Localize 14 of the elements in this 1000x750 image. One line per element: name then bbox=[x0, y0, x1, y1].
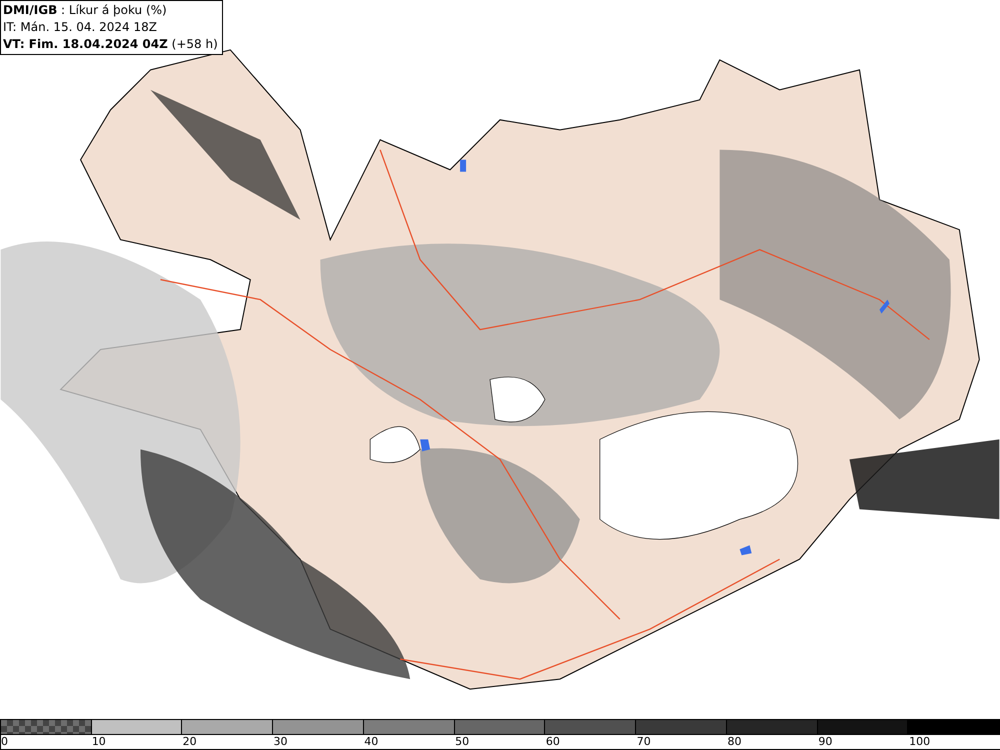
legend-label: 80 bbox=[728, 735, 742, 749]
legend-label: 0 bbox=[1, 735, 8, 749]
legend-label: 20 bbox=[182, 735, 197, 749]
legend-label: 70 bbox=[636, 735, 651, 749]
legend-label: 40 bbox=[364, 735, 378, 749]
legend-label: 90 bbox=[818, 735, 832, 749]
legend-label: 30 bbox=[273, 735, 288, 749]
header-text: IT: Mán. 15. 04. 2024 18Z bbox=[3, 19, 158, 36]
legend-label: 60 bbox=[546, 735, 560, 749]
header-text: VT: Fim. 18.04.2024 04Z (+58 h) bbox=[3, 36, 218, 53]
legend-label: 50 bbox=[455, 735, 470, 749]
legend-label: 10 bbox=[92, 735, 106, 749]
header-text: DMI/IGB : Líkur á þoku (%) bbox=[3, 2, 168, 19]
legend-label: 100 bbox=[909, 735, 930, 749]
